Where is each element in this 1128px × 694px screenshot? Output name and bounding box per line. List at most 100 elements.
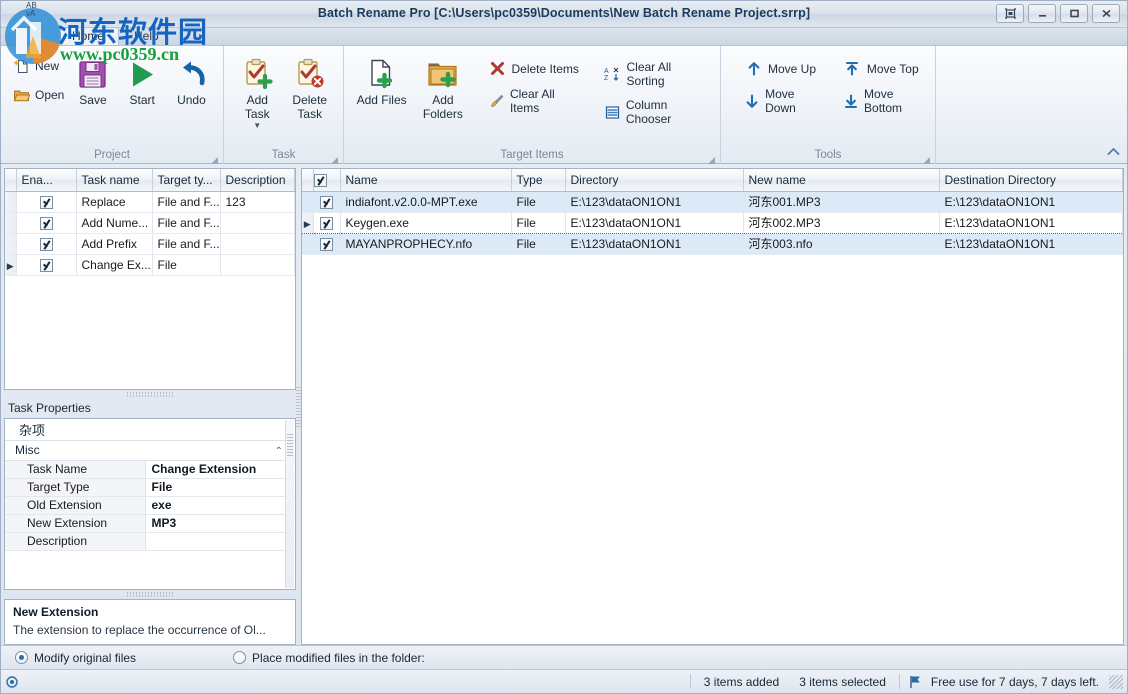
open-button-label: Open xyxy=(35,88,64,102)
task-enabled-checkbox[interactable] xyxy=(16,191,76,212)
ribbon-group-tools-label: Tools xyxy=(815,149,842,161)
tab-help[interactable]: Help xyxy=(119,27,174,45)
table-row[interactable]: ▶ Keygen.exe File E:\123\dataON1ON1 河东00… xyxy=(302,212,1123,233)
property-value[interactable]: MP3 xyxy=(145,514,295,532)
new-button[interactable]: New xyxy=(8,56,68,76)
task-description-cell xyxy=(220,212,295,233)
table-row[interactable]: indiafont.v2.0.0-MPT.exe File E:\123\dat… xyxy=(302,191,1123,212)
undo-button[interactable]: Undo xyxy=(167,52,216,111)
pane-splitter[interactable] xyxy=(296,168,301,645)
file-add-icon xyxy=(365,55,398,93)
column-chooser-button[interactable]: Column Chooser xyxy=(599,97,713,127)
file-row-checkbox[interactable] xyxy=(313,233,340,254)
minimize-button[interactable] xyxy=(1028,4,1056,23)
file-destination-cell: E:\123\dataON1ON1 xyxy=(939,191,1123,212)
status-separator xyxy=(690,674,691,689)
file-col-new-name[interactable]: New name xyxy=(743,169,939,191)
property-row[interactable]: New Extension MP3 xyxy=(5,514,295,532)
table-row[interactable]: ▶ Change Ex... File xyxy=(5,254,295,275)
add-files-button[interactable]: Add Files xyxy=(351,52,412,111)
open-button[interactable]: Open xyxy=(8,85,68,105)
add-folders-button-label: Add Folders xyxy=(414,94,471,122)
start-button[interactable]: Start xyxy=(118,52,167,111)
move-down-button[interactable]: Move Down xyxy=(740,86,823,116)
task-dialog-launcher[interactable] xyxy=(331,153,339,161)
ribbon-group-empty xyxy=(935,46,1127,164)
restore-down-button[interactable] xyxy=(996,4,1024,23)
resize-grip[interactable] xyxy=(1109,675,1123,689)
task-col-description[interactable]: Description xyxy=(220,169,295,191)
columns-icon xyxy=(604,104,620,121)
task-grid-splitter[interactable] xyxy=(4,390,296,399)
maximize-button[interactable] xyxy=(1060,4,1088,23)
add-folders-button[interactable]: Add Folders xyxy=(412,52,473,125)
file-row-checkbox[interactable] xyxy=(313,212,340,233)
property-row[interactable]: Old Extension exe xyxy=(5,496,295,514)
file-new-name-cell: 河东003.nfo xyxy=(743,233,939,254)
property-group-collapse-icon[interactable]: ⌃ xyxy=(275,446,283,457)
window-controls xyxy=(996,4,1120,23)
add-task-button[interactable]: Add Task ▼ xyxy=(231,52,284,132)
property-value[interactable]: Change Extension xyxy=(145,460,295,478)
select-all-checkbox[interactable] xyxy=(313,169,340,191)
collapse-ribbon-button[interactable] xyxy=(1107,145,1120,159)
task-enabled-checkbox[interactable] xyxy=(16,233,76,254)
brush-icon xyxy=(489,93,504,110)
move-bottom-label: Move Bottom xyxy=(864,87,923,115)
add-files-button-label: Add Files xyxy=(357,94,407,108)
window-title: Batch Rename Pro [C:\Users\pc0359\Docume… xyxy=(1,6,1127,20)
task-name-cell: Add Prefix xyxy=(76,233,152,254)
tools-dialog-launcher[interactable] xyxy=(923,153,931,161)
task-properties-grid[interactable]: 杂项 Misc Task Name Change Extension Targe… xyxy=(5,419,295,551)
file-col-destination[interactable]: Destination Directory xyxy=(939,169,1123,191)
clear-all-items-button[interactable]: Clear All Items xyxy=(484,86,586,116)
property-group-row[interactable]: Misc xyxy=(5,440,295,460)
status-items-added: 3 items added xyxy=(700,675,783,689)
table-row[interactable]: Add Prefix File and F... xyxy=(5,233,295,254)
project-dialog-launcher[interactable] xyxy=(211,153,219,161)
property-row[interactable]: Target Type File xyxy=(5,478,295,496)
table-row[interactable]: Replace File and F... 123 xyxy=(5,191,295,212)
property-row[interactable]: Task Name Change Extension xyxy=(5,460,295,478)
delete-task-button[interactable]: Delete Task xyxy=(284,52,337,125)
arrow-top-icon xyxy=(844,60,861,77)
clear-all-items-label: Clear All Items xyxy=(510,87,580,115)
ribbon-group-project: New Open xyxy=(1,46,223,164)
table-row[interactable]: Add Nume... File and F... xyxy=(5,212,295,233)
table-row[interactable]: MAYANPROPHECY.nfo File E:\123\dataON1ON1… xyxy=(302,233,1123,254)
place-in-folder-radio[interactable]: Place modified files in the folder: xyxy=(233,651,425,665)
property-value[interactable]: exe xyxy=(145,496,295,514)
clear-all-sorting-button[interactable]: A Z Clear All Sorting xyxy=(599,59,713,89)
property-row[interactable]: Description xyxy=(5,532,295,550)
move-bottom-button[interactable]: Move Bottom xyxy=(839,86,928,116)
move-top-button[interactable]: Move Top xyxy=(839,59,928,78)
main-content: Ena... Task name Target ty... Descriptio… xyxy=(1,164,1127,645)
task-col-target-type[interactable]: Target ty... xyxy=(152,169,220,191)
modify-original-radio[interactable]: Modify original files xyxy=(15,651,136,665)
properties-scrollbar[interactable] xyxy=(285,420,294,588)
file-col-directory[interactable]: Directory xyxy=(565,169,743,191)
task-enabled-checkbox[interactable] xyxy=(16,254,76,275)
task-name-cell: Replace xyxy=(76,191,152,212)
task-col-enabled[interactable]: Ena... xyxy=(16,169,76,191)
file-grid[interactable]: Name Type Directory New name Destination… xyxy=(302,169,1123,255)
target-items-dialog-launcher[interactable] xyxy=(708,153,716,161)
delete-items-button[interactable]: Delete Items xyxy=(484,59,586,78)
task-grid[interactable]: Ena... Task name Target ty... Descriptio… xyxy=(5,169,295,276)
property-value[interactable] xyxy=(145,532,295,550)
tools-col-2: Move Top Move Bottom xyxy=(839,52,928,116)
file-col-name[interactable]: Name xyxy=(340,169,511,191)
task-enabled-checkbox[interactable] xyxy=(16,212,76,233)
file-col-type[interactable]: Type xyxy=(511,169,565,191)
description-splitter[interactable] xyxy=(4,590,296,599)
close-button[interactable] xyxy=(1092,4,1120,23)
arrow-down-icon xyxy=(745,93,759,110)
chevron-down-icon[interactable]: ▼ xyxy=(253,123,261,129)
move-up-button[interactable]: Move Up xyxy=(740,59,823,78)
task-col-name[interactable]: Task name xyxy=(76,169,152,191)
tab-home[interactable]: Home xyxy=(57,27,119,45)
property-value[interactable]: File xyxy=(145,478,295,496)
save-button[interactable]: Save xyxy=(68,52,117,111)
ribbon-group-tools: Move Up Move Down xyxy=(720,46,935,164)
file-row-checkbox[interactable] xyxy=(313,191,340,212)
